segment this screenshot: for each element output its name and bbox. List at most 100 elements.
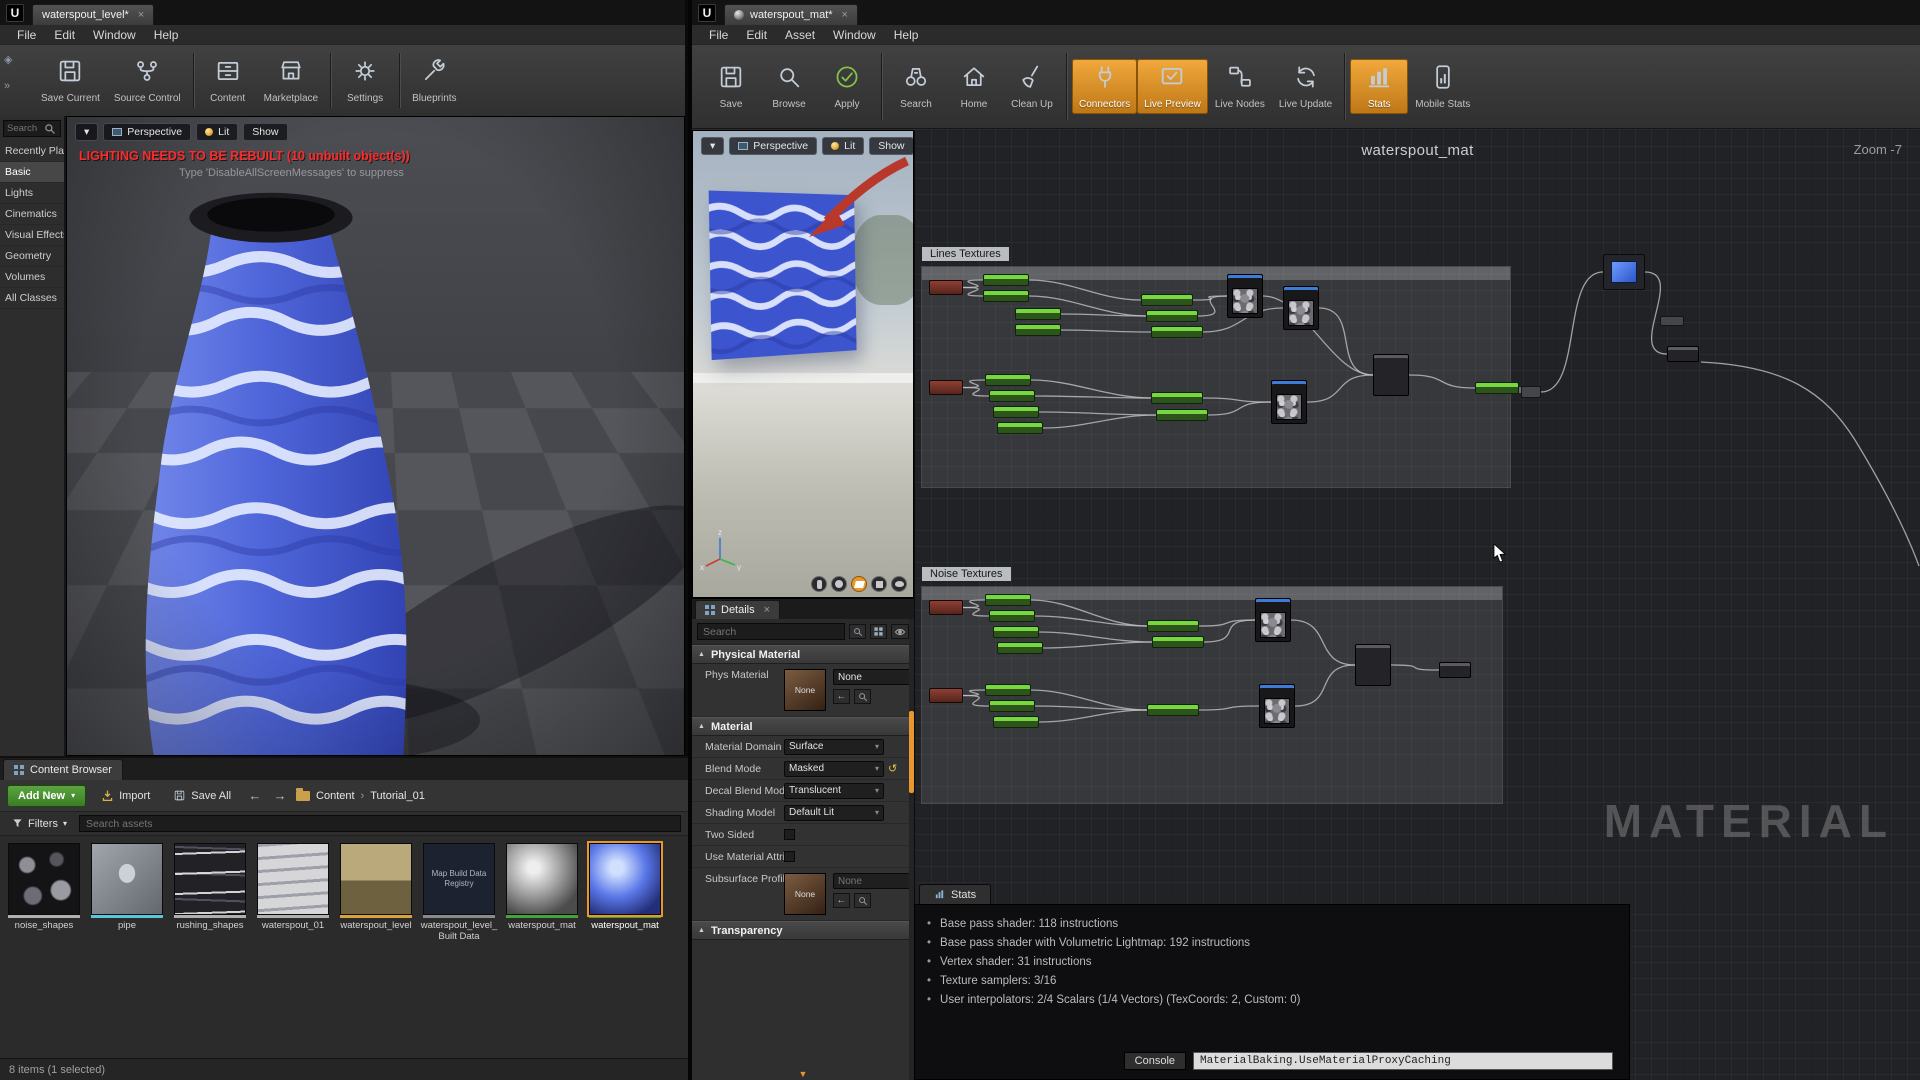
forward-arrow-icon[interactable]: → bbox=[271, 787, 289, 805]
back-arrow-icon[interactable]: ← bbox=[246, 787, 264, 805]
cylinder-shape-button[interactable] bbox=[811, 576, 827, 592]
toolbar-button-content[interactable]: Content bbox=[199, 53, 257, 108]
save-all-button[interactable]: Save All bbox=[165, 785, 239, 807]
viewport-show-button[interactable]: Show bbox=[869, 137, 913, 155]
toolbar-button-save[interactable]: Save bbox=[702, 59, 760, 114]
graph-node-tex[interactable] bbox=[1283, 286, 1319, 330]
pin-icon[interactable]: ◈ bbox=[4, 53, 12, 66]
dropdown-phys-material[interactable]: None▾ bbox=[833, 669, 914, 685]
sidebar-item-lights[interactable]: Lights bbox=[0, 183, 64, 204]
toolbar-button-search[interactable]: Search bbox=[887, 59, 945, 114]
menu-file[interactable]: File bbox=[8, 26, 45, 44]
asset-tile-waterspout-mat[interactable]: waterspout_mat bbox=[586, 843, 664, 942]
graph-node-green[interactable] bbox=[1015, 324, 1061, 336]
material-preview-viewport[interactable]: z x y ▾PerspectiveLitShow bbox=[692, 130, 914, 598]
asset-tile-waterspout-01[interactable]: waterspout_01 bbox=[254, 843, 332, 942]
toolbar-button-browse[interactable]: Browse bbox=[760, 59, 818, 114]
visibility-filter-icon[interactable] bbox=[891, 624, 909, 639]
asset-picker-thumbnail[interactable]: None bbox=[784, 669, 826, 711]
dropdown-shading-model[interactable]: Default Lit▾ bbox=[784, 805, 884, 821]
asset-tile-noise-shapes[interactable]: noise_shapes bbox=[5, 843, 83, 942]
sidebar-item-all-classes[interactable]: All Classes bbox=[0, 288, 64, 309]
use-selected-icon[interactable]: ← bbox=[833, 893, 850, 908]
plane-shape-button[interactable] bbox=[851, 576, 867, 592]
modes-search-input[interactable] bbox=[4, 123, 44, 134]
viewport-lit-button[interactable]: Lit bbox=[822, 137, 864, 155]
asset-picker-thumbnail[interactable]: None bbox=[784, 873, 826, 915]
toolbar-button-marketplace[interactable]: Marketplace bbox=[257, 53, 325, 108]
graph-node-dark[interactable] bbox=[1355, 644, 1391, 686]
browse-to-asset-icon[interactable] bbox=[854, 893, 871, 908]
graph-node-red[interactable] bbox=[929, 280, 963, 295]
asset-tile-rushing-shapes[interactable]: rushing_shapes bbox=[171, 843, 249, 942]
dropdown-material-domain[interactable]: Surface▾ bbox=[784, 739, 884, 755]
menu-edit[interactable]: Edit bbox=[737, 26, 776, 44]
search-icon[interactable] bbox=[849, 624, 866, 639]
overflow-chevron-icon[interactable]: » bbox=[4, 80, 12, 92]
menu-help[interactable]: Help bbox=[885, 26, 928, 44]
viewport-show-button[interactable]: Show bbox=[243, 123, 287, 141]
graph-node-red[interactable] bbox=[929, 688, 963, 703]
checkbox-two-sided[interactable] bbox=[784, 829, 795, 840]
graph-node-gray[interactable] bbox=[1660, 316, 1684, 326]
close-icon[interactable]: × bbox=[842, 9, 848, 21]
menu-help[interactable]: Help bbox=[145, 26, 188, 44]
details-search-input[interactable] bbox=[697, 623, 845, 640]
graph-node-green[interactable] bbox=[1156, 409, 1208, 421]
asset-tile-waterspout-level[interactable]: waterspout_level bbox=[337, 843, 415, 942]
graph-node-red[interactable] bbox=[929, 380, 963, 395]
graph-node-tex[interactable] bbox=[1255, 598, 1291, 642]
console-button[interactable]: Console bbox=[1124, 1052, 1186, 1070]
graph-node-dark[interactable] bbox=[1667, 346, 1699, 362]
asset-search-input[interactable] bbox=[79, 815, 681, 832]
graph-node-green[interactable] bbox=[985, 374, 1031, 386]
viewport-options-button[interactable]: ▾ bbox=[701, 137, 724, 155]
toolbar-button-live-update[interactable]: Live Update bbox=[1272, 59, 1339, 114]
column-view-icon[interactable] bbox=[870, 624, 887, 639]
close-icon[interactable]: × bbox=[764, 604, 770, 616]
graph-node-green[interactable] bbox=[989, 700, 1035, 712]
graph-node-green[interactable] bbox=[1152, 636, 1204, 648]
tab-details[interactable]: Details × bbox=[695, 600, 780, 619]
graph-node-green[interactable] bbox=[1151, 326, 1203, 338]
tab-waterspout-mat[interactable]: waterspout_mat* × bbox=[724, 4, 858, 25]
section-header-physical-material[interactable]: ▲Physical Material bbox=[692, 645, 914, 664]
use-selected-icon[interactable]: ← bbox=[833, 689, 850, 704]
sidebar-item-basic[interactable]: Basic bbox=[0, 162, 64, 183]
sidebar-item-visual-effects[interactable]: Visual Effects bbox=[0, 225, 64, 246]
add-new-button[interactable]: Add New ▾ bbox=[7, 785, 86, 807]
menu-file[interactable]: File bbox=[700, 26, 737, 44]
dropdown-decal-blend-mode[interactable]: Translucent▾ bbox=[784, 783, 884, 799]
graph-node-dark[interactable] bbox=[1373, 354, 1409, 396]
close-icon[interactable]: × bbox=[138, 9, 144, 21]
graph-node-green[interactable] bbox=[989, 610, 1035, 622]
tab-stats[interactable]: Stats bbox=[919, 884, 991, 904]
graph-node-green[interactable] bbox=[1147, 704, 1199, 716]
graph-node-green[interactable] bbox=[1151, 392, 1203, 404]
graph-node-green[interactable] bbox=[993, 626, 1039, 638]
import-button[interactable]: Import bbox=[93, 785, 158, 807]
menu-edit[interactable]: Edit bbox=[45, 26, 84, 44]
toolbar-button-settings[interactable]: Settings bbox=[336, 53, 394, 108]
teapot-shape-button[interactable] bbox=[891, 576, 907, 592]
graph-node-green[interactable] bbox=[993, 716, 1039, 728]
graph-node-green[interactable] bbox=[1147, 620, 1199, 632]
toolbar-button-mobile-stats[interactable]: Mobile Stats bbox=[1408, 59, 1477, 114]
cube-shape-button[interactable] bbox=[871, 576, 887, 592]
graph-node-green[interactable] bbox=[1015, 308, 1061, 320]
graph-node-green[interactable] bbox=[1141, 294, 1193, 306]
viewport-perspective-button[interactable]: Perspective bbox=[103, 123, 191, 141]
graph-node-green[interactable] bbox=[997, 642, 1043, 654]
graph-node-green[interactable] bbox=[1475, 382, 1519, 394]
toolbar-button-stats[interactable]: Stats bbox=[1350, 59, 1408, 114]
toolbar-button-clean-up[interactable]: Clean Up bbox=[1003, 59, 1061, 114]
toolbar-button-home[interactable]: Home bbox=[945, 59, 1003, 114]
toolbar-button-live-preview[interactable]: Live Preview bbox=[1137, 59, 1208, 114]
sidebar-item-geometry[interactable]: Geometry bbox=[0, 246, 64, 267]
graph-node-green[interactable] bbox=[983, 274, 1029, 286]
graph-node-tex[interactable] bbox=[1271, 380, 1307, 424]
graph-node-green[interactable] bbox=[985, 594, 1031, 606]
sidebar-item-volumes[interactable]: Volumes bbox=[0, 267, 64, 288]
sidebar-item-cinematics[interactable]: Cinematics bbox=[0, 204, 64, 225]
toolbar-button-blueprints[interactable]: Blueprints bbox=[405, 53, 463, 108]
